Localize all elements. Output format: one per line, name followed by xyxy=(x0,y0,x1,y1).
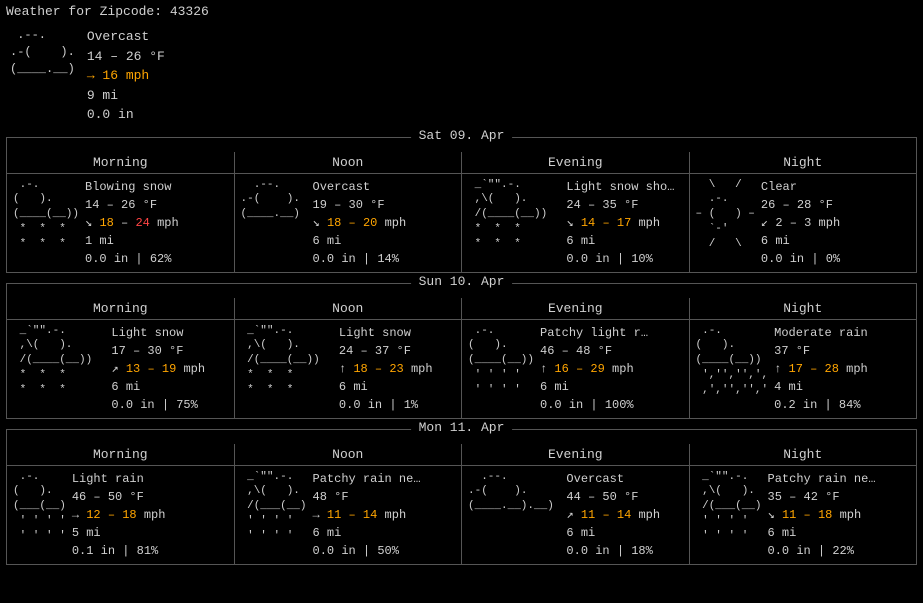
period-cell-1-0: _`"".-. ,\( ). /(____(__)) * * * * * *Li… xyxy=(7,320,235,418)
weather-icon-1-2: .-. ( ). (____(__)) ' ' ' ' ' ' ' ' xyxy=(468,324,534,398)
current-weather: .--. .-( ). (____.__) Overcast 14 – 26 °… xyxy=(6,27,917,125)
period-cell-2-1: _`"".-. ,\( ). /(___(__) ' ' ' ' ' ' ' '… xyxy=(235,466,463,564)
current-weather-icon: .--. .-( ). (____.__) xyxy=(10,27,75,77)
current-visibility: 9 mi xyxy=(87,88,118,103)
weather-icon-1-1: _`"".-. ,\( ). /(____(__)) * * * * * * xyxy=(241,324,333,398)
weather-icon-1-3: .-. ( ). (____(__)) ','','',', ,','','',… xyxy=(696,324,769,398)
days-container: Sat 09. AprMorningNoonEveningNight .-. (… xyxy=(6,137,917,565)
day-section-2: Mon 11. AprMorningNoonEveningNight .-. (… xyxy=(6,429,917,565)
period-cell-0-2: _`"".-. ,\( ). /(____(__)) * * * * * *Li… xyxy=(462,174,690,272)
period-cell-2-3: _`"".-. ,\( ). /(___(__) ' ' ' ' ' ' ' '… xyxy=(690,466,917,564)
weather-icon-0-0: .-. ( ). (____(__)) * * * * * * xyxy=(13,178,79,252)
period-header-0-3: Night xyxy=(690,152,917,173)
weather-icon-2-3: _`"".-. ,\( ). /(___(__) ' ' ' ' ' ' ' ' xyxy=(696,470,762,544)
period-header-2-1: Noon xyxy=(235,444,463,465)
weather-info-2-1: Patchy rain ne… 48 °F → 11 – 14 mph 6 mi… xyxy=(313,470,421,560)
period-header-2-0: Morning xyxy=(7,444,235,465)
day-header-0: Sat 09. Apr xyxy=(411,128,513,143)
weather-info-1-3: Moderate rain 37 °F ↑ 17 – 28 mph 4 mi 0… xyxy=(774,324,868,414)
weather-info-2-0: Light rain 46 – 50 °F → 12 – 18 mph 5 mi… xyxy=(72,470,166,560)
period-header-2-3: Night xyxy=(690,444,917,465)
weather-info-0-0: Blowing snow 14 – 26 °F ↘ 18 – 24 mph 1 … xyxy=(85,178,179,268)
weather-icon-2-1: _`"".-. ,\( ). /(___(__) ' ' ' ' ' ' ' ' xyxy=(241,470,307,544)
current-wind: → 16 mph xyxy=(87,68,149,83)
period-cell-2-0: .-. ( ). (___(__) ' ' ' ' ' ' ' 'Light r… xyxy=(7,466,235,564)
period-cell-0-1: .--. .-( ). (____.__) Overcast 19 – 30 °… xyxy=(235,174,463,272)
day-header-2: Mon 11. Apr xyxy=(411,420,513,435)
weather-info-2-3: Patchy rain ne… 35 – 42 °F ↘ 11 – 18 mph… xyxy=(768,470,876,560)
weather-icon-0-2: _`"".-. ,\( ). /(____(__)) * * * * * * xyxy=(468,178,560,252)
period-cell-1-2: .-. ( ). (____(__)) ' ' ' ' ' ' ' 'Patch… xyxy=(462,320,690,418)
day-section-1: Sun 10. AprMorningNoonEveningNight _`"".… xyxy=(6,283,917,419)
current-temp: 14 – 26 °F xyxy=(87,49,165,64)
weather-info-0-3: Clear 26 – 28 °F ↙ 2 – 3 mph 6 mi 0.0 in… xyxy=(761,178,840,268)
period-cell-2-2: .--. .-( ). (____.__).__) Overcast 44 – … xyxy=(462,466,690,564)
weather-icon-2-0: .-. ( ). (___(__) ' ' ' ' ' ' ' ' xyxy=(13,470,66,544)
period-cell-1-3: .-. ( ). (____(__)) ','','',', ,','','',… xyxy=(690,320,917,418)
weather-info-1-1: Light snow 24 – 37 °F ↑ 18 – 23 mph 6 mi… xyxy=(339,324,433,414)
weather-icon-0-3: \ / .-. – ( ) – `-' / \ xyxy=(696,178,755,252)
period-header-0-1: Noon xyxy=(235,152,463,173)
page: Weather for Zipcode: 43326 .--. .-( ). (… xyxy=(0,0,923,579)
current-condition: Overcast xyxy=(87,29,149,44)
weather-info-2-2: Overcast 44 – 50 °F ↗ 11 – 14 mph 6 mi 0… xyxy=(566,470,660,560)
weather-icon-1-0: _`"".-. ,\( ). /(____(__)) * * * * * * xyxy=(13,324,105,398)
page-title: Weather for Zipcode: 43326 xyxy=(6,4,917,19)
weather-info-1-2: Patchy light r… 46 – 48 °F ↑ 16 – 29 mph… xyxy=(540,324,648,414)
weather-info-0-2: Light snow sho… 24 – 35 °F ↘ 14 – 17 mph… xyxy=(566,178,674,268)
day-header-1: Sun 10. Apr xyxy=(411,274,513,289)
period-header-1-1: Noon xyxy=(235,298,463,319)
weather-icon-0-1: .--. .-( ). (____.__) xyxy=(241,178,307,223)
weather-info-1-0: Light snow 17 – 30 °F ↗ 13 – 19 mph 6 mi… xyxy=(111,324,205,414)
day-section-0: Sat 09. AprMorningNoonEveningNight .-. (… xyxy=(6,137,917,273)
period-cell-0-0: .-. ( ). (____(__)) * * * * * *Blowing s… xyxy=(7,174,235,272)
period-header-0-0: Morning xyxy=(7,152,235,173)
current-weather-info: Overcast 14 – 26 °F → 16 mph 9 mi 0.0 in xyxy=(87,27,165,125)
period-header-1-2: Evening xyxy=(462,298,690,319)
weather-icon-2-2: .--. .-( ). (____.__).__) xyxy=(468,470,560,515)
period-header-2-2: Evening xyxy=(462,444,690,465)
period-header-0-2: Evening xyxy=(462,152,690,173)
period-cell-1-1: _`"".-. ,\( ). /(____(__)) * * * * * *Li… xyxy=(235,320,463,418)
period-header-1-3: Night xyxy=(690,298,917,319)
period-cell-0-3: \ / .-. – ( ) – `-' / \Clear 26 – 28 °F … xyxy=(690,174,917,272)
period-header-1-0: Morning xyxy=(7,298,235,319)
weather-info-0-1: Overcast 19 – 30 °F ↘ 18 – 20 mph 6 mi 0… xyxy=(313,178,407,268)
current-precip: 0.0 in xyxy=(87,107,134,122)
